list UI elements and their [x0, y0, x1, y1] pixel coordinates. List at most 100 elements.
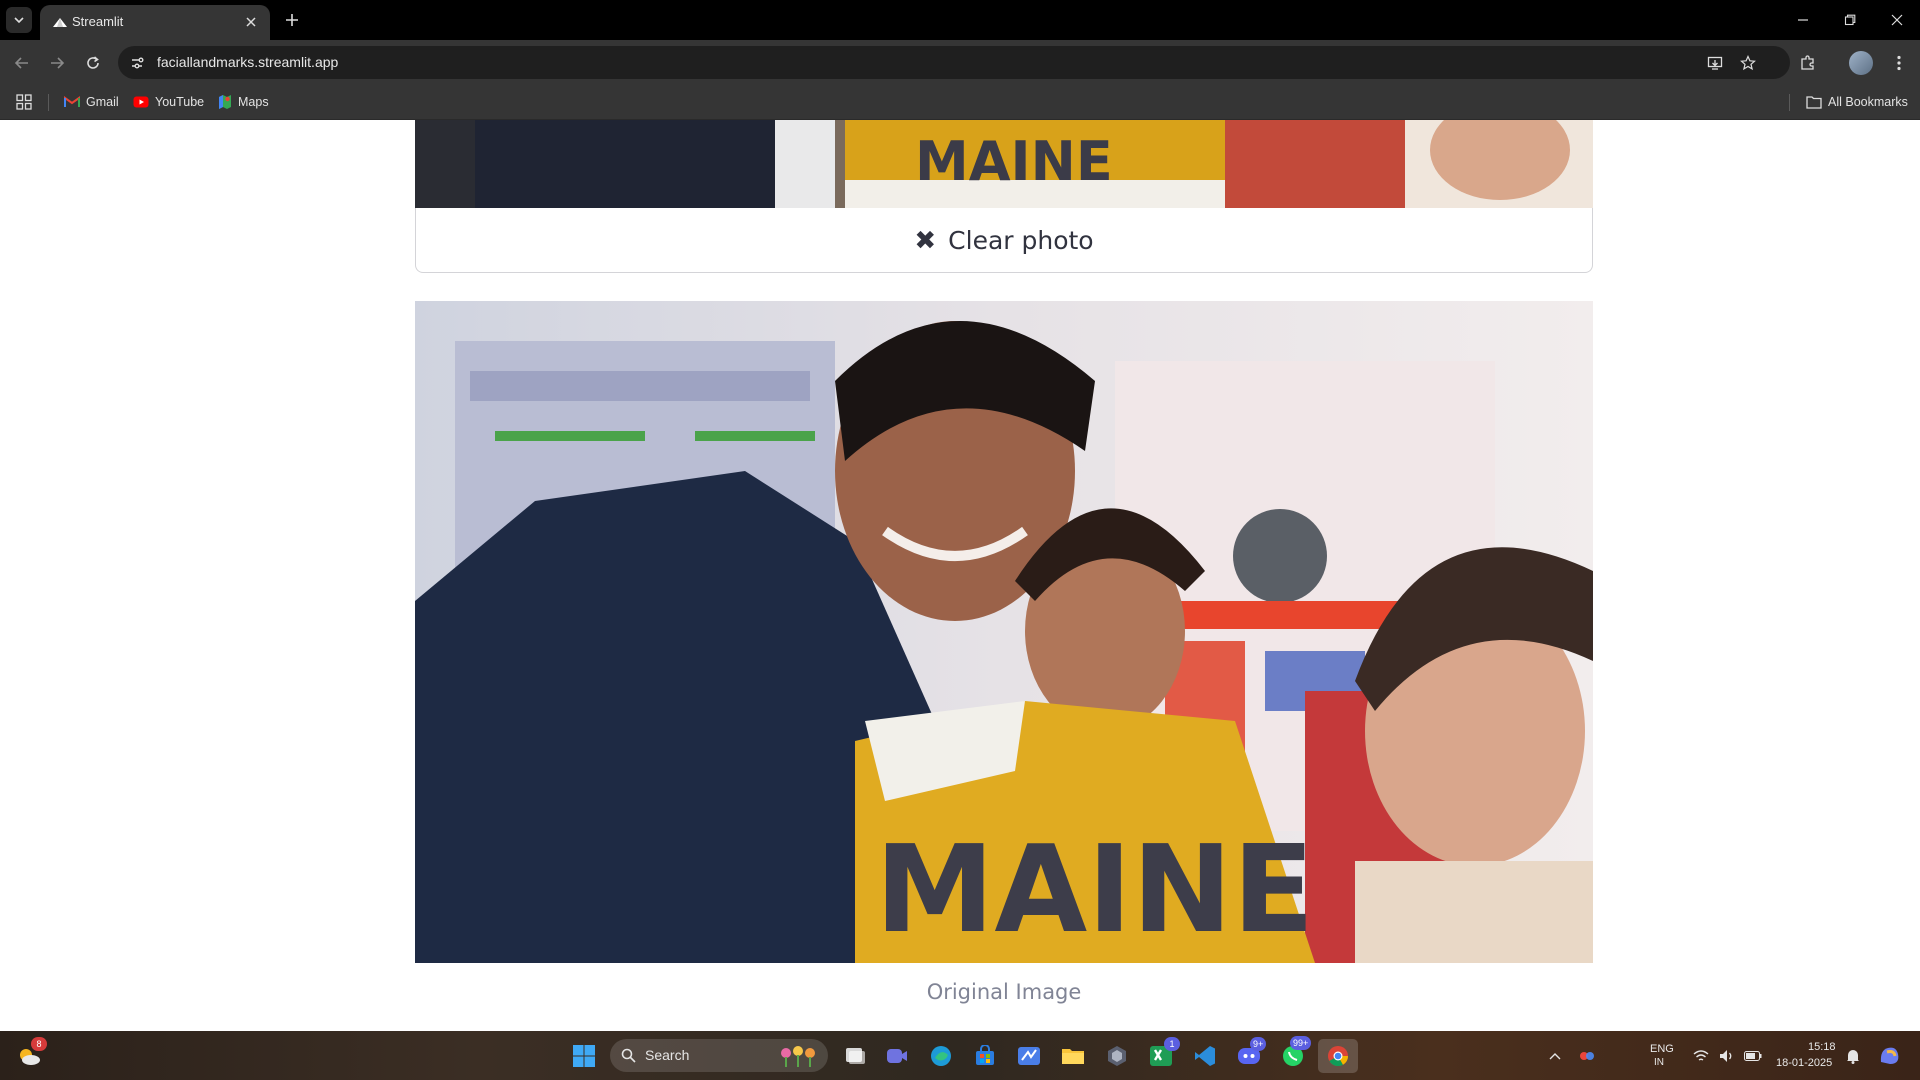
close-icon — [246, 17, 256, 27]
streamlit-page: MAINE ✖ Clear photo MAINE Original Image — [0, 120, 1920, 1031]
back-button[interactable] — [9, 50, 35, 76]
windows-logo-icon — [573, 1045, 595, 1067]
bookmark-maps[interactable]: Maps — [218, 92, 269, 112]
new-tab-button[interactable] — [280, 8, 304, 32]
task-view-button[interactable] — [838, 1039, 872, 1073]
all-bookmarks-button[interactable]: All Bookmarks — [1806, 92, 1908, 112]
tab-close-button[interactable] — [242, 13, 260, 31]
store-icon — [976, 1045, 994, 1065]
show-hidden-icons-button[interactable] — [1544, 1039, 1566, 1073]
site-info-icon[interactable] — [128, 54, 146, 72]
browser-tabstrip: Streamlit — [0, 0, 1920, 40]
restore-button[interactable] — [1827, 0, 1873, 40]
language-indicator[interactable]: ENG — [1650, 1043, 1674, 1055]
extensions-button[interactable] — [1795, 50, 1821, 76]
excel-button[interactable]: 1 — [1144, 1037, 1180, 1073]
star-icon — [1740, 55, 1756, 71]
tray-app-icon[interactable] — [1576, 1039, 1598, 1073]
tab-title: Streamlit — [72, 14, 124, 29]
bookmark-gmail[interactable]: Gmail — [64, 92, 119, 112]
flowers-icon — [781, 1046, 815, 1067]
install-app-button[interactable] — [1704, 52, 1726, 74]
svg-text:MAINE: MAINE — [875, 821, 1314, 960]
task-view-icon — [846, 1048, 865, 1064]
chrome-button[interactable] — [1318, 1039, 1358, 1073]
chevron-down-icon — [14, 17, 24, 24]
battery-button[interactable] — [1742, 1039, 1764, 1073]
plus-icon — [286, 14, 298, 26]
taskbar-search-placeholder: Search — [645, 1047, 690, 1063]
install-icon — [1707, 56, 1723, 70]
forward-button[interactable] — [44, 50, 70, 76]
close-icon: ✖ — [914, 225, 937, 255]
notifications-button[interactable] — [1842, 1039, 1864, 1073]
pen-icon — [1018, 1047, 1040, 1065]
chrome-icon — [1328, 1046, 1349, 1067]
address-bar-url: faciallandmarks.streamlit.app — [157, 54, 339, 70]
chrome-menu-button[interactable] — [1886, 50, 1912, 76]
puzzle-icon — [1801, 55, 1814, 70]
tab-streamlit[interactable]: Streamlit — [40, 5, 270, 40]
address-bar[interactable]: faciallandmarks.streamlit.app — [118, 46, 1790, 79]
whatsapp-button[interactable]: 99+ — [1276, 1036, 1312, 1073]
edge-icon — [931, 1046, 951, 1066]
volume-button[interactable] — [1716, 1039, 1738, 1073]
bookmark-label: Gmail — [86, 95, 119, 109]
edge-button[interactable] — [924, 1039, 958, 1073]
minimize-button[interactable] — [1780, 0, 1826, 40]
restore-icon — [1844, 14, 1856, 26]
hexagon-icon — [1108, 1046, 1126, 1066]
bookmark-label: Maps — [238, 95, 269, 109]
original-image: MAINE — [415, 301, 1593, 963]
apps-button[interactable] — [16, 92, 32, 112]
discord-button[interactable]: 9+ — [1232, 1037, 1267, 1073]
tab-search-button[interactable] — [6, 7, 32, 33]
clock-date[interactable]: 18-01-2025 — [1776, 1057, 1832, 1069]
clear-photo-button[interactable]: ✖ Clear photo — [415, 208, 1593, 273]
copilot-button[interactable] — [1870, 1039, 1910, 1073]
weather-badge: 8 — [31, 1037, 47, 1051]
streamlit-favicon-icon — [53, 18, 67, 27]
app-button-dark[interactable] — [1100, 1039, 1134, 1073]
clear-photo-label: Clear photo — [948, 225, 1094, 255]
reload-button[interactable] — [80, 50, 106, 76]
profile-avatar[interactable] — [1849, 51, 1873, 75]
bell-icon — [1847, 1050, 1859, 1064]
wifi-button[interactable] — [1690, 1039, 1712, 1073]
file-explorer-button[interactable] — [1056, 1039, 1090, 1073]
taskbar-search[interactable]: Search — [610, 1039, 828, 1072]
bookmarks-separator — [1789, 94, 1790, 111]
close-icon — [1891, 14, 1903, 26]
whatsapp-badge: 99+ — [1290, 1036, 1312, 1050]
whiteboard-button[interactable] — [1012, 1039, 1046, 1073]
wifi-icon — [1693, 1050, 1709, 1061]
photo-preview-image: MAINE — [415, 120, 1593, 208]
search-icon — [621, 1048, 636, 1063]
weather-widget[interactable]: 8 — [12, 1037, 47, 1073]
folder-icon — [1806, 96, 1822, 109]
store-button[interactable] — [968, 1039, 1002, 1073]
video-call-icon — [887, 1049, 907, 1063]
teams-meet-button[interactable] — [880, 1039, 914, 1073]
clock-time[interactable]: 15:18 — [1808, 1041, 1836, 1053]
chevron-up-icon — [1549, 1053, 1561, 1060]
vscode-icon — [1195, 1046, 1215, 1066]
reload-icon — [87, 56, 99, 69]
maps-icon — [219, 95, 231, 109]
bookmarks-bar: Gmail YouTube Maps All Bookmarks — [0, 85, 1920, 120]
apps-grid-icon — [16, 94, 32, 110]
teams-badge: 1 — [1164, 1037, 1180, 1051]
start-button[interactable] — [567, 1039, 601, 1073]
original-photo: MAINE — [415, 301, 1593, 963]
bookmark-star-button[interactable] — [1737, 52, 1759, 74]
vscode-button[interactable] — [1188, 1039, 1222, 1073]
image-caption: Original Image — [926, 980, 1082, 1004]
language-sub-indicator: IN — [1654, 1057, 1664, 1068]
bookmark-youtube[interactable]: YouTube — [133, 92, 204, 112]
svg-text:MAINE: MAINE — [915, 130, 1113, 193]
window-close-button[interactable] — [1874, 0, 1920, 40]
arrow-right-icon — [51, 57, 65, 69]
all-bookmarks-label: All Bookmarks — [1828, 95, 1908, 109]
minimize-icon — [1798, 19, 1808, 21]
volume-icon — [1720, 1050, 1732, 1062]
